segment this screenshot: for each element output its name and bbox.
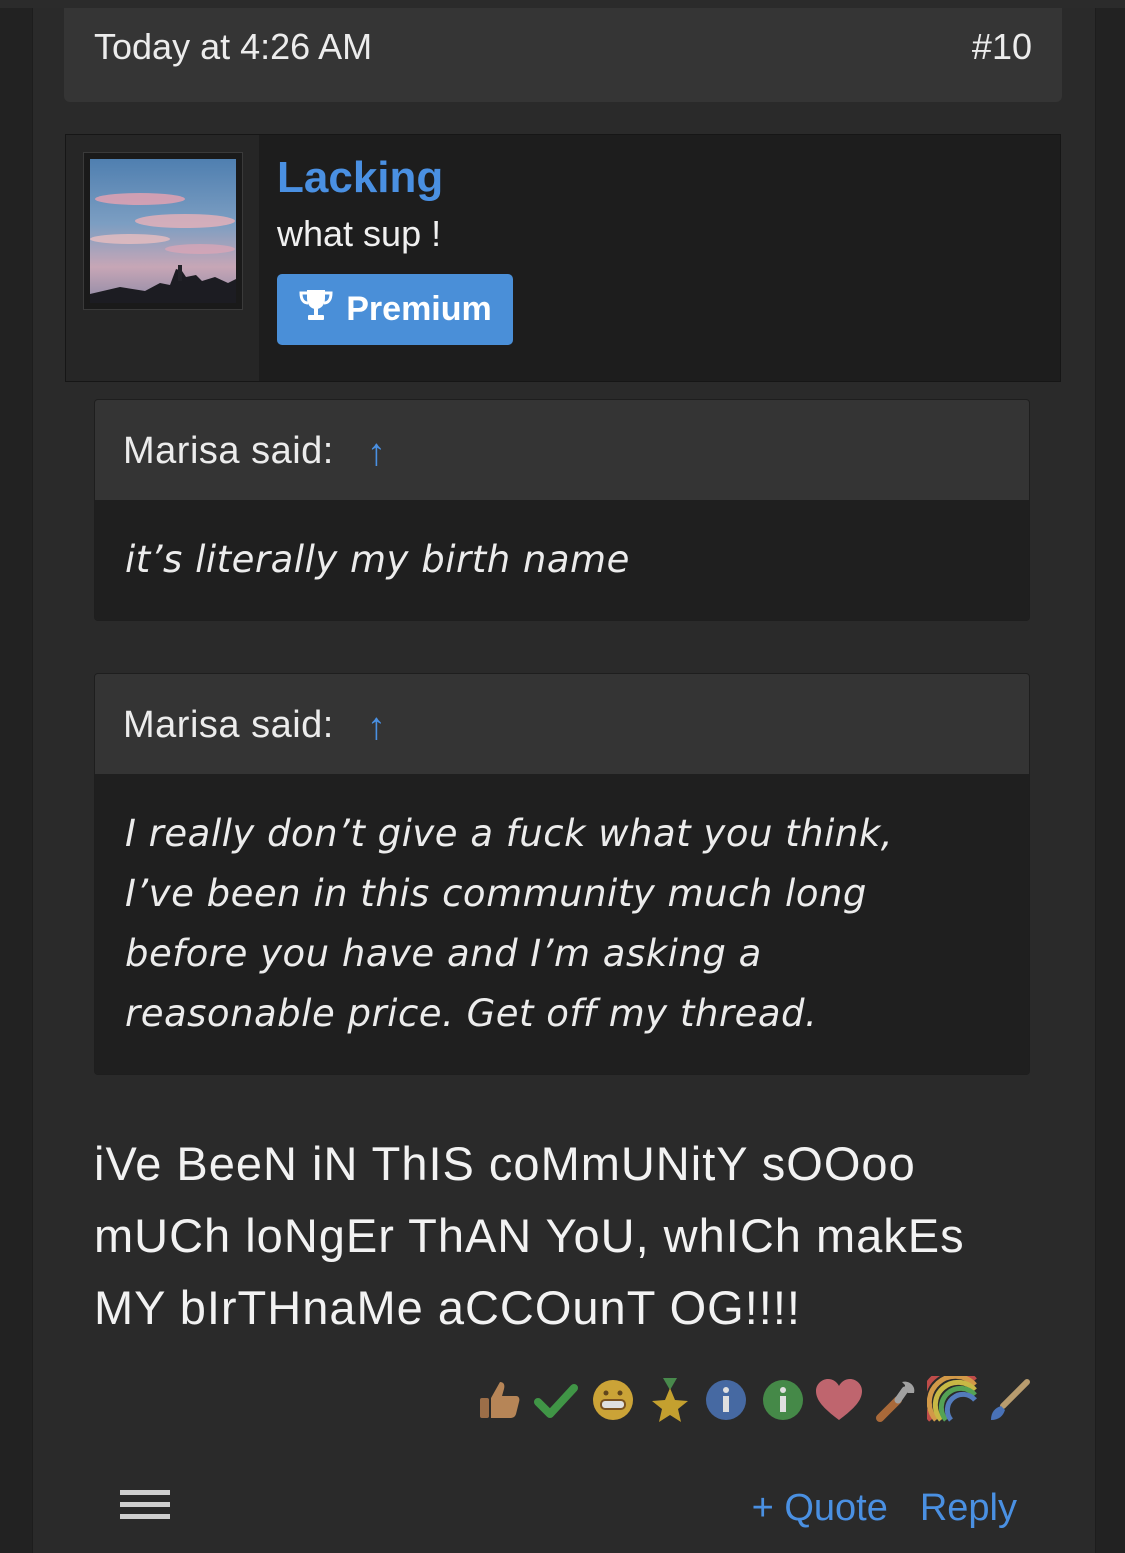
message-line: MY bIrTHnaMe aCCOunT OG!!!! — [94, 1281, 801, 1334]
quote-line: reasonable price. Get off my thread. — [125, 992, 818, 1035]
quote-header: Marisa said: ↑ — [95, 400, 1029, 500]
user-title: what sup ! — [277, 213, 442, 254]
reply-button[interactable]: Reply — [920, 1487, 1017, 1530]
top-strip — [0, 0, 1125, 8]
message-line: mUCh loNgEr ThAN YoU, whICh makEs — [94, 1209, 965, 1262]
wrench-icon[interactable] — [868, 1372, 924, 1428]
avatar-column — [66, 135, 259, 381]
rainbow-icon[interactable] — [925, 1372, 981, 1428]
quote-body: I really don’t give a fuck what you thin… — [95, 774, 1029, 1074]
paintbrush-icon[interactable] — [981, 1372, 1037, 1428]
quote-header: Marisa said: ↑ — [95, 674, 1029, 774]
quote-author: Marisa said: — [123, 704, 334, 746]
post-header: Today at 4:26 AM #10 — [64, 8, 1062, 102]
heart-icon[interactable] — [812, 1372, 868, 1428]
thumbs-up-icon[interactable] — [472, 1372, 528, 1428]
trophy-icon — [298, 288, 334, 331]
message-line: iVe BeeN iN ThIS coMmUNitY sOOoo — [94, 1137, 916, 1190]
reaction-bar — [472, 1372, 1037, 1432]
grin-icon[interactable] — [585, 1372, 641, 1428]
premium-badge[interactable]: Premium — [277, 274, 513, 345]
quote-button[interactable]: + Quote — [752, 1487, 888, 1530]
post-permalink[interactable]: #10 — [972, 26, 1032, 68]
quote-block: Marisa said: ↑ I really don’t give a fuc… — [94, 673, 1030, 1075]
avatar-image — [90, 159, 236, 303]
user-info-block: Lacking what sup ! Premium — [65, 134, 1061, 382]
jump-to-quote-icon[interactable]: ↑ — [367, 706, 386, 749]
quote-block: Marisa said: ↑ it’s literally my birth n… — [94, 399, 1030, 621]
quote-line: before you have and I’m asking a — [125, 932, 762, 975]
checkmark-icon[interactable] — [529, 1372, 585, 1428]
message-body: iVe BeeN iN ThIS coMmUNitY sOOoo mUCh lo… — [94, 1128, 1034, 1344]
username-link[interactable]: Lacking — [277, 153, 443, 203]
hamburger-menu-icon[interactable] — [120, 1490, 172, 1528]
quote-line: I’ve been in this community much long — [125, 872, 867, 915]
star-medal-icon[interactable] — [642, 1372, 698, 1428]
info-green-icon[interactable] — [755, 1372, 811, 1428]
avatar[interactable] — [83, 152, 243, 310]
jump-to-quote-icon[interactable]: ↑ — [367, 432, 386, 475]
quote-author: Marisa said: — [123, 430, 334, 472]
quote-line: it’s literally my birth name — [125, 538, 630, 581]
post-actions: + Quote Reply — [752, 1487, 1017, 1530]
quote-body: it’s literally my birth name — [95, 500, 1029, 620]
post-date: Today at 4:26 AM — [94, 26, 373, 67]
badge-label: Premium — [346, 290, 492, 328]
quote-line: I really don’t give a fuck what you thin… — [125, 812, 894, 855]
info-blue-icon[interactable] — [698, 1372, 754, 1428]
